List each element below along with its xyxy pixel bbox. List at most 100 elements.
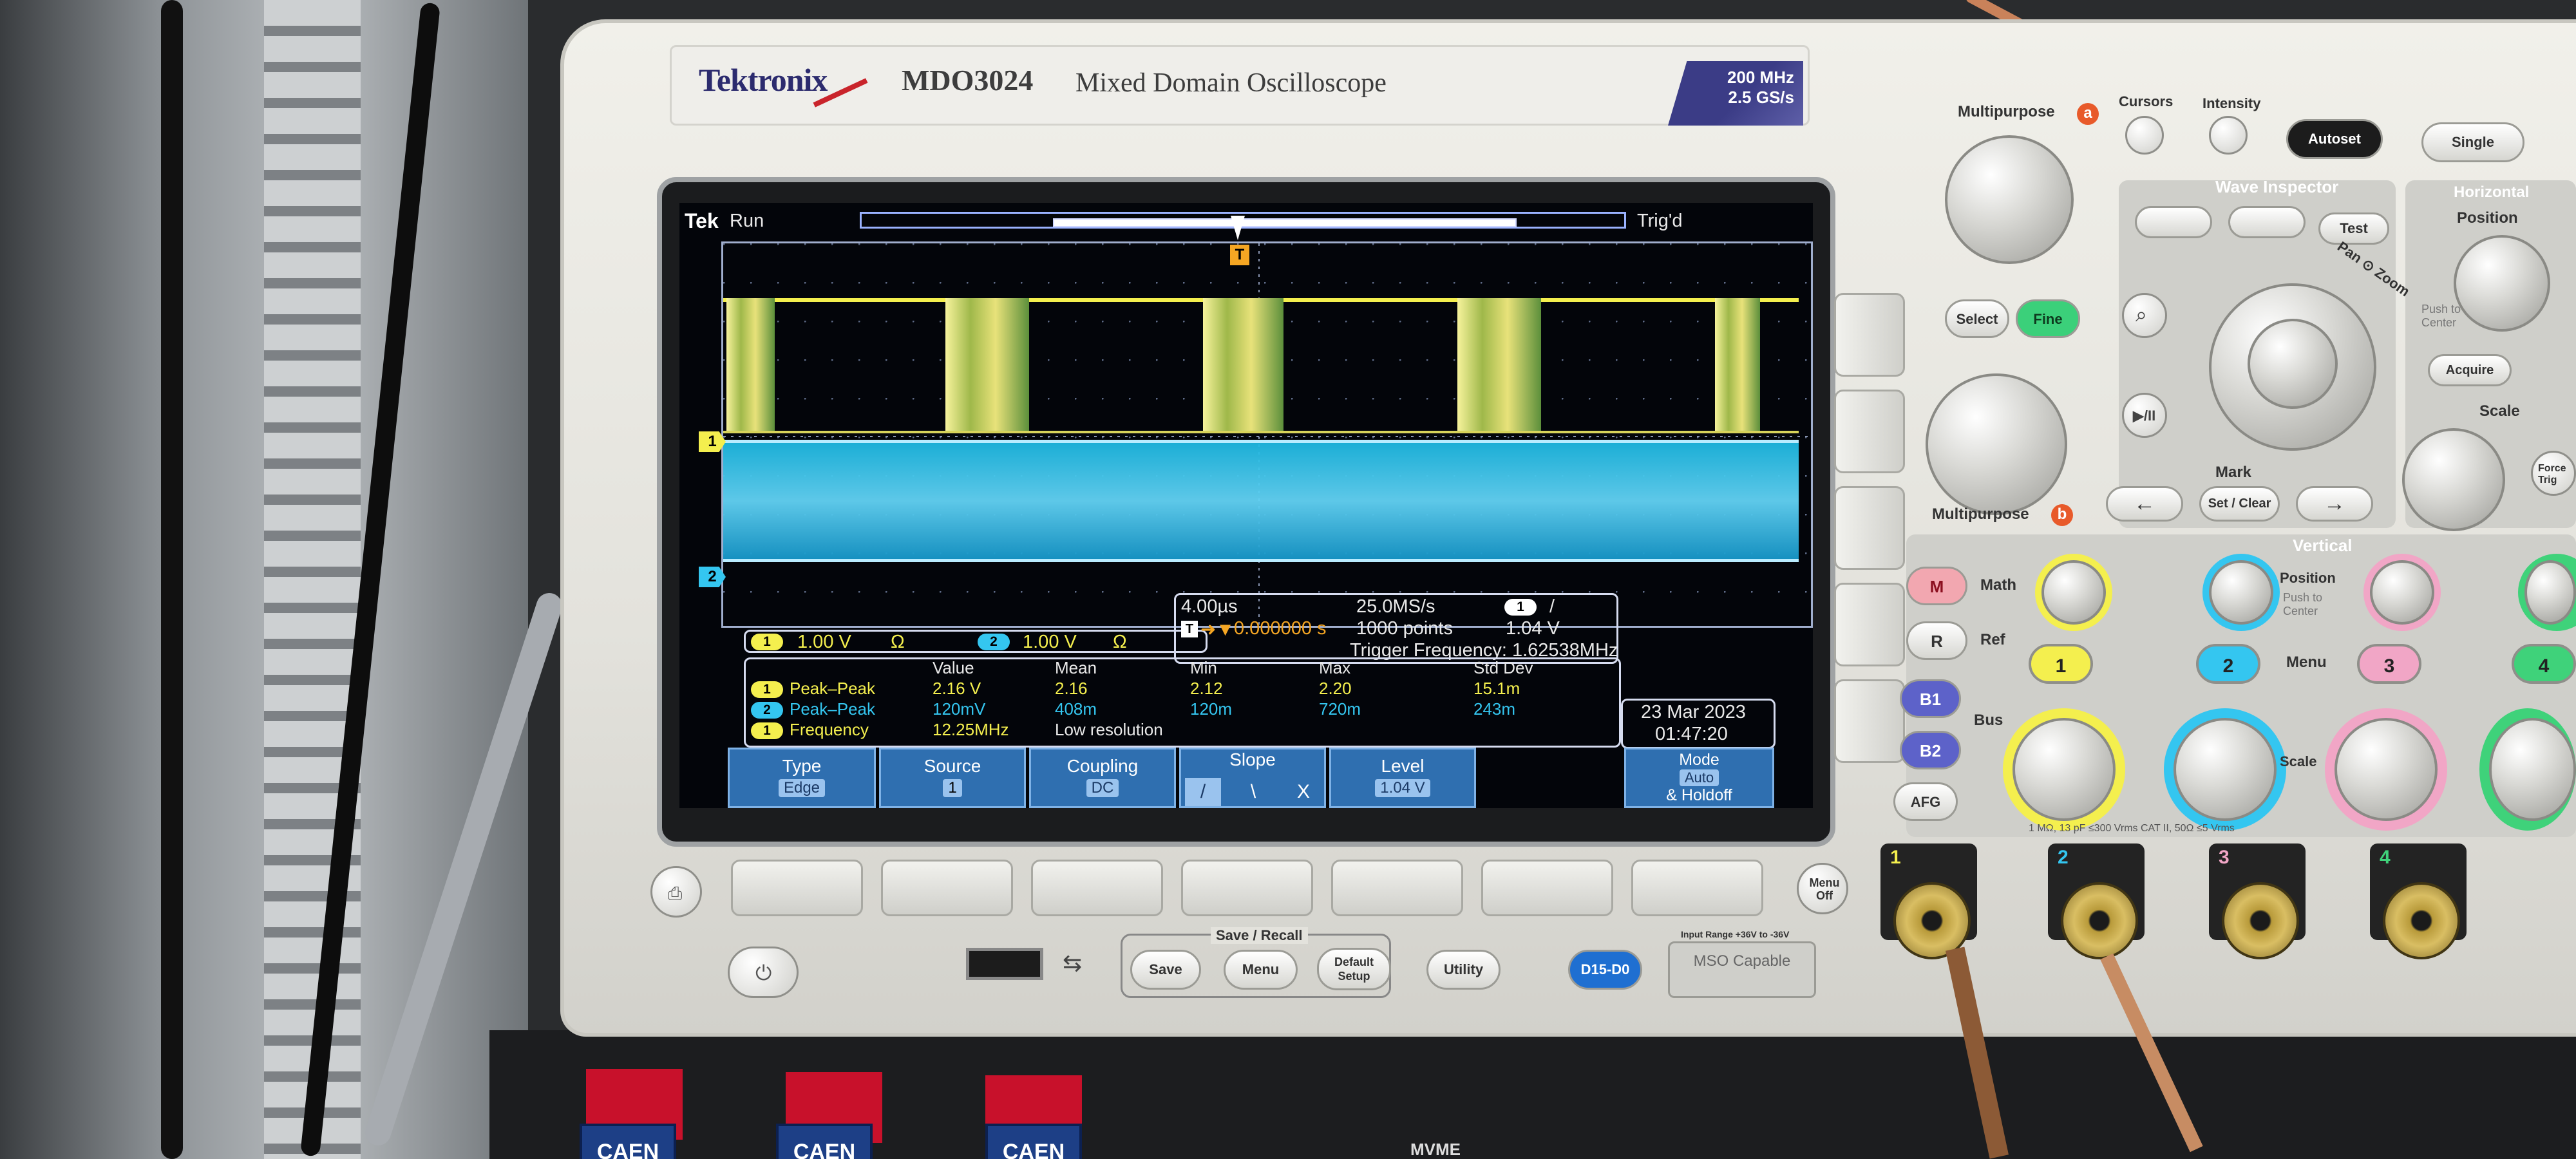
trigger-menu-bar: Type Edge Source 1 Coupling DC Slope / \… bbox=[728, 748, 1774, 808]
menu-level-value: 1.04 V bbox=[1375, 779, 1430, 797]
autoset-button[interactable]: Autoset bbox=[2286, 119, 2383, 159]
force-trig-button[interactable]: Force Trig bbox=[2531, 451, 2576, 496]
utility-button[interactable]: Utility bbox=[1426, 950, 1501, 990]
ch1-port-label: 1 bbox=[1890, 847, 1901, 868]
wave-inspector-label: Wave Inspector bbox=[2215, 177, 2339, 196]
ch4-position-knob[interactable] bbox=[2524, 560, 2576, 625]
caen-label: CAEN bbox=[580, 1124, 676, 1159]
ch2-impedance: Ω bbox=[1113, 632, 1127, 652]
row3-badge: 1 bbox=[751, 722, 783, 739]
ch4-menu-button[interactable]: 4 bbox=[2512, 644, 2576, 684]
multipurpose-a-knob[interactable] bbox=[1945, 135, 2074, 264]
side-button-2[interactable] bbox=[1834, 390, 1905, 473]
menu-source-value: 1 bbox=[943, 779, 962, 797]
math-label: Math bbox=[1980, 576, 2016, 594]
cursors-button[interactable] bbox=[2125, 116, 2164, 155]
usb-port[interactable] bbox=[966, 948, 1043, 980]
menu-level[interactable]: Level 1.04 V bbox=[1329, 748, 1476, 808]
select-button[interactable]: Select bbox=[1945, 299, 2009, 338]
play-pause-button[interactable]: ▶/II bbox=[2122, 393, 2167, 438]
ch2-position-knob[interactable] bbox=[2209, 560, 2273, 625]
slope-falling-option[interactable]: \ bbox=[1235, 778, 1271, 806]
horizontal-scale: 4.00µs bbox=[1181, 596, 1238, 617]
side-button-1[interactable] bbox=[1834, 293, 1905, 377]
single-button[interactable]: Single bbox=[2421, 122, 2524, 162]
ch2-menu-button[interactable]: 2 bbox=[2196, 644, 2260, 684]
menu-type[interactable]: Type Edge bbox=[728, 748, 876, 808]
multipurpose-b-knob[interactable] bbox=[1926, 373, 2067, 515]
horizontal-scale-knob[interactable] bbox=[2402, 428, 2505, 531]
fine-button[interactable]: Fine bbox=[2016, 299, 2080, 338]
menu-source-label: Source bbox=[923, 756, 981, 776]
row2-std-dev: 243m bbox=[1473, 699, 1516, 719]
print-button[interactable]: ⎙ bbox=[650, 866, 702, 918]
bezel-button-3[interactable] bbox=[1031, 860, 1163, 916]
ch2-scale-knob[interactable] bbox=[2174, 718, 2277, 821]
ch1-burst bbox=[1457, 298, 1541, 433]
vertical-menu-label: Menu bbox=[2286, 654, 2327, 671]
search-button[interactable] bbox=[2135, 206, 2212, 238]
ch3-bnc-connector[interactable] bbox=[2222, 882, 2299, 959]
ch2-scale: 1.00 V bbox=[1023, 632, 1077, 652]
digital-channels-button[interactable]: D15-D0 bbox=[1568, 950, 1642, 990]
date-time-readout: 23 Mar 2023 01:47:20 bbox=[1621, 699, 1776, 749]
prev-mark-button[interactable]: ← bbox=[2106, 486, 2183, 522]
ch2-trace-band bbox=[723, 440, 1799, 562]
set-clear-button[interactable]: Set / Clear bbox=[2199, 486, 2280, 522]
horizontal-scale-label: Scale bbox=[2479, 402, 2520, 420]
side-button-4[interactable] bbox=[1834, 583, 1905, 666]
pan-zoom-inner-knob[interactable] bbox=[2248, 319, 2338, 409]
menu-slope[interactable]: Slope / \ X bbox=[1179, 748, 1326, 808]
ch1-position-knob[interactable] bbox=[2041, 560, 2106, 625]
col-value: Value bbox=[933, 658, 974, 677]
menu-slope-label: Slope bbox=[1229, 749, 1276, 769]
side-button-3[interactable] bbox=[1834, 486, 1905, 570]
ch1-trace-low bbox=[723, 431, 1799, 433]
menu-coupling[interactable]: Coupling DC bbox=[1029, 748, 1176, 808]
ref-button[interactable]: R bbox=[1906, 621, 1967, 660]
power-button[interactable]: ⏻ bbox=[728, 947, 799, 998]
bus-b2-button[interactable]: B2 bbox=[1900, 731, 1961, 769]
bezel-button-7[interactable] bbox=[1631, 860, 1763, 916]
row1-max: 2.20 bbox=[1319, 679, 1352, 698]
bezel-button-1[interactable] bbox=[731, 860, 863, 916]
search-menu-button[interactable] bbox=[2228, 206, 2306, 238]
slope-both-option[interactable]: X bbox=[1285, 778, 1321, 806]
menu-mode-value: Auto bbox=[1679, 769, 1719, 786]
bus-b1-button[interactable]: B1 bbox=[1900, 679, 1961, 718]
bezel-button-4[interactable] bbox=[1181, 860, 1313, 916]
menu-coupling-label: Coupling bbox=[1066, 756, 1139, 776]
multipurpose-a-badge: a bbox=[2077, 103, 2099, 125]
multipurpose-b-label: Multipurpose bbox=[1932, 505, 2029, 523]
ch3-menu-button[interactable]: 3 bbox=[2357, 644, 2421, 684]
run-status: Run bbox=[730, 211, 764, 231]
acquire-button[interactable]: Acquire bbox=[2428, 354, 2512, 386]
bezel-button-5[interactable] bbox=[1331, 860, 1463, 916]
bezel-button-6[interactable] bbox=[1481, 860, 1613, 916]
ch4-scale-knob[interactable] bbox=[2489, 718, 2576, 821]
menu-off-button[interactable]: Menu Off bbox=[1797, 863, 1848, 914]
ch1-scale-knob[interactable] bbox=[2012, 718, 2116, 821]
ch2-bnc-connector[interactable] bbox=[2061, 882, 2138, 959]
vertical-scale-label: Scale bbox=[2280, 753, 2317, 769]
ch1-menu-button[interactable]: 1 bbox=[2029, 644, 2093, 684]
bezel-button-2[interactable] bbox=[881, 860, 1013, 916]
next-mark-button[interactable]: → bbox=[2296, 486, 2373, 522]
menu-mode[interactable]: Mode Auto & Holdoff bbox=[1624, 748, 1774, 808]
ch4-bnc-connector[interactable] bbox=[2383, 882, 2460, 959]
afg-button[interactable]: AFG bbox=[1893, 782, 1958, 821]
intensity-button[interactable] bbox=[2209, 116, 2248, 155]
recall-menu-button[interactable]: Menu bbox=[1224, 950, 1298, 990]
save-button[interactable]: Save bbox=[1130, 950, 1201, 990]
menu-mode-label: Mode bbox=[1679, 751, 1719, 769]
math-button[interactable]: M bbox=[1906, 567, 1967, 605]
test-button[interactable]: Test bbox=[2318, 212, 2389, 245]
default-setup-button[interactable]: Default Setup bbox=[1317, 948, 1391, 990]
slope-rising-option[interactable]: / bbox=[1185, 778, 1221, 806]
menu-source[interactable]: Source 1 bbox=[879, 748, 1026, 808]
zoom-button[interactable]: ⌕ bbox=[2122, 293, 2167, 338]
ch3-position-knob[interactable] bbox=[2370, 560, 2434, 625]
side-button-5[interactable] bbox=[1834, 679, 1905, 763]
row2-mean: 408m bbox=[1055, 699, 1097, 719]
ch3-scale-knob[interactable] bbox=[2334, 718, 2438, 821]
